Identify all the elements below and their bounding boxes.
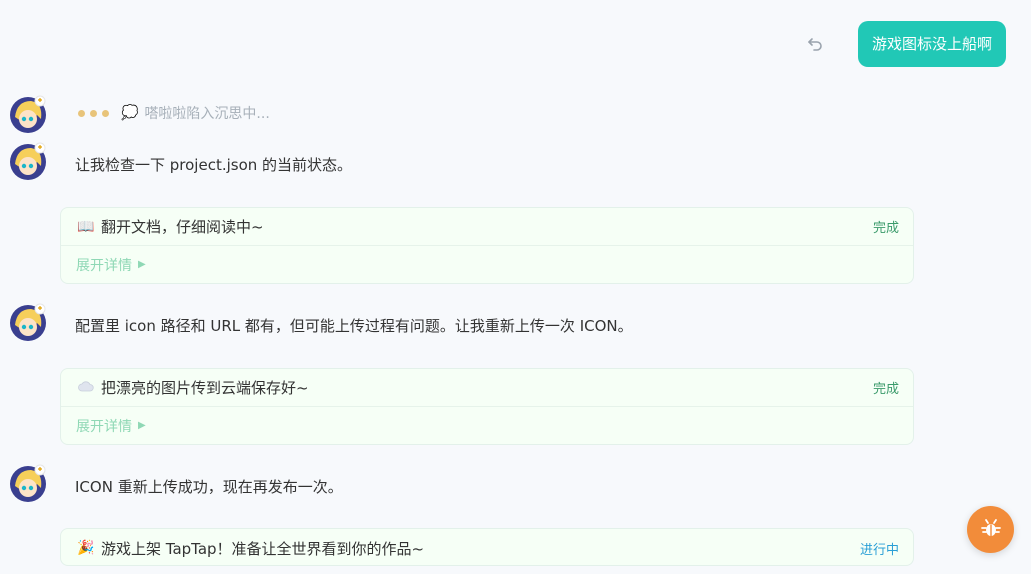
tool-call-title-text: 翻开文档，仔细阅读中~ [101, 218, 264, 236]
assistant-avatar [9, 303, 47, 341]
expand-details-toggle[interactable]: 展开详情 ▶ [61, 407, 913, 444]
bug-icon [980, 517, 1002, 543]
tool-call-title: 📖 翻开文档，仔细阅读中~ [77, 216, 264, 237]
user-message-bubble: 游戏图标没上船啊 [857, 21, 1006, 67]
status-badge: 完成 [872, 382, 899, 397]
expand-details-label: 展开详情 [76, 257, 132, 274]
assistant-avatar [9, 95, 47, 133]
cloud-icon [77, 380, 95, 396]
status-badge: 进行中 [859, 542, 899, 558]
bug-report-button[interactable] [967, 506, 1014, 553]
assistant-avatar [9, 142, 47, 180]
tool-call-card: 📖 翻开文档，仔细阅读中~ 完成 展开详情 ▶ [60, 207, 914, 284]
assistant-avatar [9, 464, 47, 502]
user-message-row: 游戏图标没上船啊 [802, 21, 1006, 67]
assistant-message: ICON 重新上传成功，现在再发布一次。 [75, 478, 343, 496]
tool-call-title-text: 把漂亮的图片传到云端保存好~ [101, 379, 309, 397]
assistant-message: 让我检查一下 project.json 的当前状态。 [75, 156, 353, 174]
thinking-text: 嗒啦啦陷入沉思中... [144, 106, 270, 122]
tool-call-header: 把漂亮的图片传到云端保存好~ 完成 [61, 369, 913, 407]
tool-call-title: 🎉 游戏上架 TapTap！准备让全世界看到你的作品~ [77, 538, 424, 559]
tool-call-header: 🎉 游戏上架 TapTap！准备让全世界看到你的作品~ 进行中 [61, 529, 913, 567]
expand-details-label: 展开详情 [76, 418, 132, 435]
assistant-message: 配置里 icon 路径和 URL 都有，但可能上传过程有问题。让我重新上传一次 … [75, 317, 633, 335]
undo-icon[interactable] [802, 31, 828, 57]
thought-bubble-icon: 💭 [121, 105, 139, 121]
expand-details-toggle[interactable]: 展开详情 ▶ [61, 246, 913, 283]
thinking-indicator: 💭 嗒啦啦陷入沉思中... [78, 102, 270, 124]
status-badge: 完成 [872, 221, 899, 236]
tool-call-title-text: 游戏上架 TapTap！准备让全世界看到你的作品~ [101, 539, 425, 558]
caret-right-icon: ▶ [138, 420, 146, 431]
typing-dots-icon [78, 109, 109, 117]
tool-call-card: 🎉 游戏上架 TapTap！准备让全世界看到你的作品~ 进行中 [60, 528, 914, 566]
party-popper-icon: 🎉 [77, 540, 95, 556]
tool-call-header: 📖 翻开文档，仔细阅读中~ 完成 [61, 208, 913, 246]
open-book-icon: 📖 [77, 218, 95, 235]
tool-call-card: 把漂亮的图片传到云端保存好~ 完成 展开详情 ▶ [60, 368, 914, 445]
tool-call-title: 把漂亮的图片传到云端保存好~ [77, 377, 309, 398]
caret-right-icon: ▶ [138, 259, 146, 270]
